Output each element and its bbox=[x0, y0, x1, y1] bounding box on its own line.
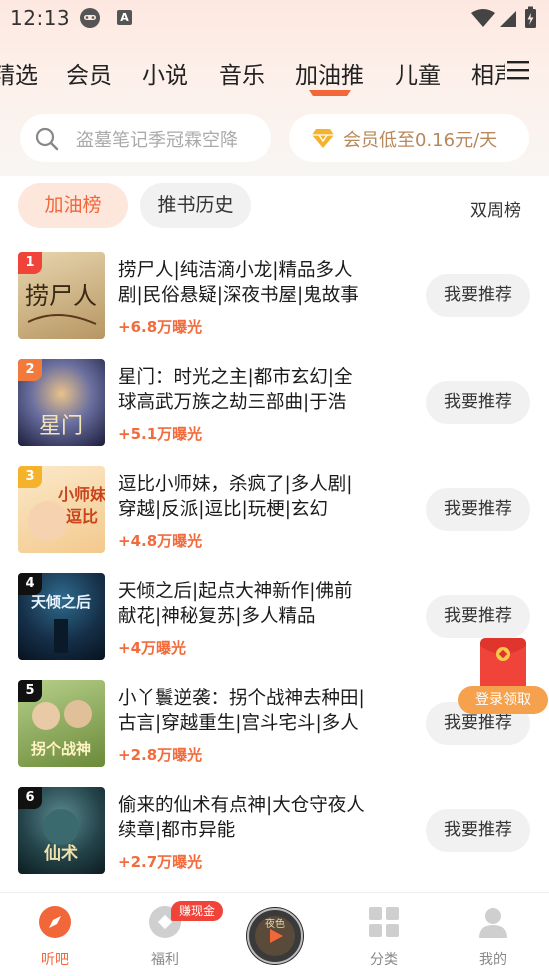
tab-kids[interactable]: 儿童 bbox=[395, 56, 441, 90]
a-notification-icon: A bbox=[117, 10, 132, 25]
svg-text:拐个战神: 拐个战神 bbox=[31, 740, 91, 758]
rank-badge: 2 bbox=[18, 359, 42, 381]
nav-category[interactable]: 分类 bbox=[344, 893, 424, 976]
tab-crosstalk[interactable]: 相声 bbox=[471, 56, 505, 90]
svg-text:小师妹: 小师妹 bbox=[58, 485, 105, 504]
search-icon bbox=[35, 127, 59, 151]
book-title: 天倾之后|起点大神新作|佛前献花|神秘复苏|多人精品 bbox=[118, 581, 353, 627]
list-item[interactable]: 仙术 6 偷来的仙术有点神|大仓守夜人续章|都市异能 +2.7万曝光 我要推荐 bbox=[0, 787, 549, 894]
biweekly-ranking-link[interactable]: 双周榜 bbox=[470, 196, 521, 221]
vip-promo-text: 会员低至0.16元/天 bbox=[343, 130, 498, 151]
svg-text:逗比: 逗比 bbox=[66, 507, 98, 526]
nav-category-label: 分类 bbox=[370, 952, 398, 968]
rank-badge: 5 bbox=[18, 680, 42, 702]
status-time: 12:13 bbox=[10, 6, 71, 30]
svg-text:夜色: 夜色 bbox=[265, 917, 285, 930]
search-input[interactable]: 盗墓笔记季冠霖空降 bbox=[20, 114, 271, 162]
exposure-count: +5.1万曝光 bbox=[118, 425, 203, 443]
vip-promo-button[interactable]: 会员低至0.16元/天 bbox=[289, 114, 529, 162]
book-title: 逗比小师妹，杀疯了|多人剧|穿越|反派|逗比|玩梗|玄幻 bbox=[118, 474, 353, 520]
list-item[interactable]: 星门 2 星门：时光之主|都市玄幻|全球高武万族之劫三部曲|于浩 +5.1万曝光… bbox=[0, 359, 549, 466]
tab-novel[interactable]: 小说 bbox=[142, 56, 188, 90]
app-notification-icon bbox=[80, 8, 100, 28]
book-title: 偷来的仙术有点神|大仓守夜人续章|都市异能 bbox=[118, 795, 365, 841]
svg-text:捞尸人: 捞尸人 bbox=[25, 282, 97, 310]
rank-badge: 3 bbox=[18, 466, 42, 488]
active-tab-indicator bbox=[309, 90, 351, 96]
book-cover[interactable]: 仙术 6 bbox=[18, 787, 105, 874]
book-cover[interactable]: 天倾之后 4 bbox=[18, 573, 105, 660]
tab-boost[interactable]: 加油推 bbox=[295, 56, 364, 90]
status-bar: 12:13 A bbox=[0, 0, 549, 38]
login-claim-button[interactable]: 登录领取 bbox=[458, 686, 548, 714]
grid-icon bbox=[369, 907, 399, 937]
book-title: 星门：时光之主|都市玄幻|全球高武万族之劫三部曲|于浩 bbox=[118, 367, 353, 413]
exposure-count: +6.8万曝光 bbox=[118, 318, 203, 336]
rank-badge: 6 bbox=[18, 787, 42, 809]
nav-welfare-label: 福利 bbox=[151, 952, 179, 968]
nav-mine-label: 我的 bbox=[479, 952, 507, 968]
svg-text:天倾之后: 天倾之后 bbox=[31, 593, 91, 611]
svg-text:仙术: 仙术 bbox=[44, 843, 78, 864]
book-title: 捞尸人|纯洁滴小龙|精品多人剧|民俗悬疑|深夜书屋|鬼故事 bbox=[118, 260, 359, 306]
diamond-icon bbox=[312, 129, 334, 148]
tab-featured[interactable]: 精选 bbox=[0, 56, 38, 90]
tab-boost-ranking[interactable]: 加油榜 bbox=[18, 183, 128, 228]
book-title: 小丫鬟逆袭：拐个战神去种田|古言|穿越重生|宫斗宅斗|多人 bbox=[118, 688, 365, 734]
list-item[interactable]: 小师妹 逗比 3 逗比小师妹，杀疯了|多人剧|穿越|反派|逗比|玩梗|玄幻 +4… bbox=[0, 466, 549, 573]
compass-icon bbox=[39, 906, 71, 938]
search-placeholder: 盗墓笔记季冠霖空降 bbox=[76, 130, 238, 151]
tab-vip[interactable]: 会员 bbox=[66, 56, 112, 90]
play-icon: 夜色 bbox=[247, 908, 303, 964]
recommend-button[interactable]: 我要推荐 bbox=[426, 381, 530, 424]
recommend-button[interactable]: 我要推荐 bbox=[426, 809, 530, 852]
list-item[interactable]: 天倾之后 4 天倾之后|起点大神新作|佛前献花|神秘复苏|多人精品 +4万曝光 … bbox=[0, 573, 549, 680]
nav-listen-label: 听吧 bbox=[41, 952, 69, 968]
exposure-count: +2.8万曝光 bbox=[118, 746, 203, 764]
recommend-button[interactable]: 我要推荐 bbox=[426, 274, 530, 317]
exposure-count: +2.7万曝光 bbox=[118, 853, 203, 871]
tab-recommend-history[interactable]: 推书历史 bbox=[140, 183, 251, 228]
wifi-battery-icon bbox=[471, 6, 536, 28]
rank-badge: 4 bbox=[18, 573, 42, 595]
recommend-button[interactable]: 我要推荐 bbox=[426, 595, 530, 638]
recommend-button[interactable]: 我要推荐 bbox=[426, 488, 530, 531]
tab-music[interactable]: 音乐 bbox=[219, 56, 265, 90]
earn-cash-badge: 赚现金 bbox=[171, 901, 223, 921]
book-cover[interactable]: 拐个战神 5 bbox=[18, 680, 105, 767]
now-playing-button[interactable]: 夜色 bbox=[246, 907, 304, 965]
user-icon bbox=[479, 908, 507, 938]
book-cover[interactable]: 星门 2 bbox=[18, 359, 105, 446]
svg-text:星门: 星门 bbox=[39, 414, 83, 439]
menu-icon[interactable] bbox=[505, 58, 531, 82]
book-cover[interactable]: 小师妹 逗比 3 bbox=[18, 466, 105, 553]
exposure-count: +4万曝光 bbox=[118, 639, 187, 657]
exposure-count: +4.8万曝光 bbox=[118, 532, 203, 550]
nav-listen[interactable]: 听吧 bbox=[15, 893, 95, 976]
nav-mine[interactable]: 我的 bbox=[453, 893, 533, 976]
list-item[interactable]: 捞尸人 1 捞尸人|纯洁滴小龙|精品多人剧|民俗悬疑|深夜书屋|鬼故事 +6.8… bbox=[0, 252, 549, 359]
rank-badge: 1 bbox=[18, 252, 42, 274]
book-cover[interactable]: 捞尸人 1 bbox=[18, 252, 105, 339]
category-tabs: 精选 会员 小说 音乐 加油推 儿童 相声 bbox=[0, 48, 505, 98]
